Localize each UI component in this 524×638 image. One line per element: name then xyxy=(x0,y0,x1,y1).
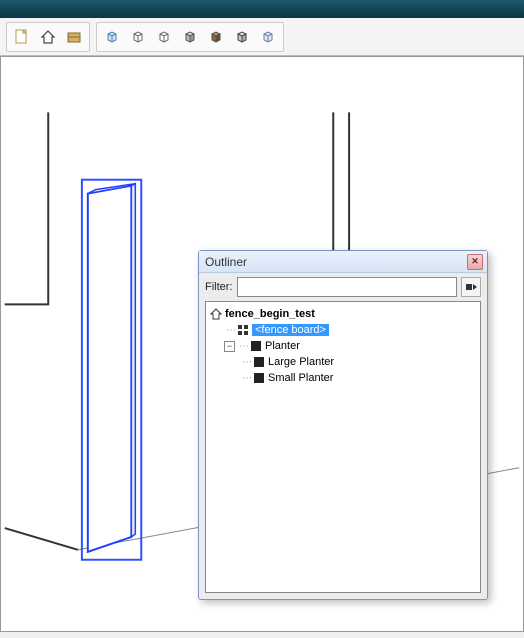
cube-shaded-icon xyxy=(182,29,198,45)
tree-row-planter[interactable]: − ⋯ Planter xyxy=(208,338,478,354)
filter-input[interactable] xyxy=(237,277,458,297)
toolbar-home-button[interactable] xyxy=(36,25,60,49)
toolbar-group-standard xyxy=(6,22,90,52)
outliner-menu-button[interactable] xyxy=(461,277,481,297)
style-iso-button[interactable] xyxy=(100,25,124,49)
tree-label-fence-board: <fence board> xyxy=(252,324,329,336)
outliner-titlebar[interactable]: Outliner ✕ xyxy=(199,251,487,273)
tree-label-planter: Planter xyxy=(265,340,300,352)
tree-row-small-planter[interactable]: ⋯ Small Planter xyxy=(208,370,478,386)
tree-connector: ⋯ xyxy=(226,325,235,336)
tree-root-row[interactable]: fence_begin_test xyxy=(208,306,478,322)
outliner-panel[interactable]: Outliner ✕ Filter: fence_begin_test ⋯ <f… xyxy=(198,250,488,600)
document-icon xyxy=(14,29,30,45)
outliner-tree[interactable]: fence_begin_test ⋯ <fence board> − ⋯ Pla… xyxy=(205,301,481,593)
app-titlebar xyxy=(0,0,524,18)
filter-label: Filter: xyxy=(205,281,233,293)
tree-connector: ⋯ xyxy=(239,341,248,352)
style-textured-button[interactable] xyxy=(204,25,228,49)
box-icon xyxy=(66,29,82,45)
toolbar xyxy=(0,18,524,56)
outliner-close-button[interactable]: ✕ xyxy=(467,254,483,270)
style-mono-button[interactable] xyxy=(230,25,254,49)
cube-textured-icon xyxy=(208,29,224,45)
toolbar-group-styles xyxy=(96,22,284,52)
tree-label-small-planter: Small Planter xyxy=(268,372,333,384)
tree-row-fence-board[interactable]: ⋯ <fence board> xyxy=(208,322,478,338)
group-icon xyxy=(250,340,262,352)
collapse-toggle[interactable]: − xyxy=(224,341,235,352)
outliner-title-text: Outliner xyxy=(205,255,467,269)
tree-root-label: fence_begin_test xyxy=(225,308,315,320)
close-icon: ✕ xyxy=(471,256,479,267)
cube-mono-icon xyxy=(234,29,250,45)
tree-connector: ⋯ xyxy=(242,357,251,368)
style-hidden-button[interactable] xyxy=(152,25,176,49)
style-wire-button[interactable] xyxy=(126,25,150,49)
toolbar-new-button[interactable] xyxy=(10,25,34,49)
cube-xray-icon xyxy=(260,29,276,45)
style-xray-button[interactable] xyxy=(256,25,280,49)
tree-connector: ⋯ xyxy=(242,373,251,384)
style-shaded-button[interactable] xyxy=(178,25,202,49)
toolbar-box-button[interactable] xyxy=(62,25,86,49)
cube-hidden-icon xyxy=(156,29,172,45)
home-icon xyxy=(210,308,222,320)
cube-wire-blue-icon xyxy=(104,29,120,45)
flyout-arrow-icon xyxy=(465,281,477,293)
group-icon xyxy=(253,356,265,368)
component-icon xyxy=(237,324,249,336)
cube-wire-icon xyxy=(130,29,146,45)
tree-label-large-planter: Large Planter xyxy=(268,356,334,368)
tree-row-large-planter[interactable]: ⋯ Large Planter xyxy=(208,354,478,370)
outliner-filter-row: Filter: xyxy=(199,273,487,301)
group-icon xyxy=(253,372,265,384)
house-icon xyxy=(40,29,56,45)
